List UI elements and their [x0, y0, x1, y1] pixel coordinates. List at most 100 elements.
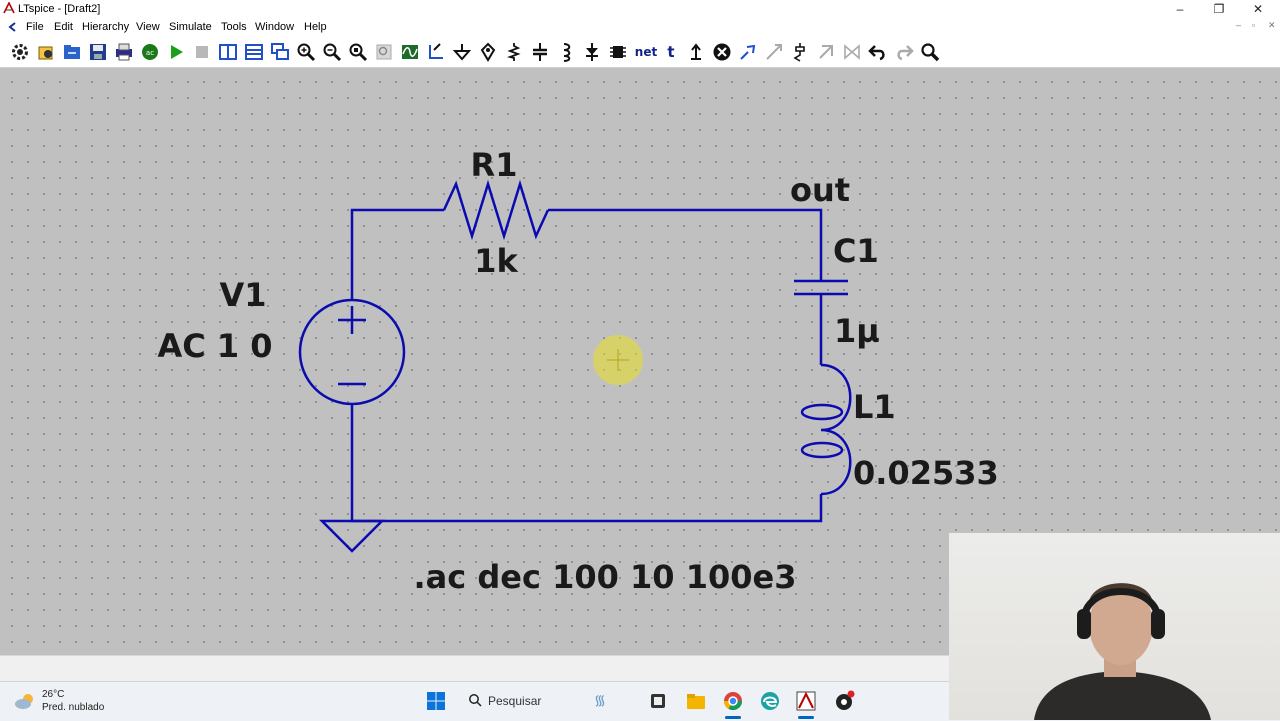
edge-icon[interactable] [759, 690, 781, 712]
diode-button[interactable] [581, 41, 603, 63]
ground-symbol[interactable] [318, 519, 386, 553]
open-button[interactable] [35, 41, 57, 63]
spice-directive-button[interactable] [685, 41, 707, 63]
minimize-button[interactable]: – [1160, 0, 1200, 18]
l1-name-label[interactable]: L1 [853, 388, 896, 426]
move-button[interactable] [763, 41, 785, 63]
ltspice-active-indicator [798, 716, 814, 719]
menu-bar: File Edit Hierarchy View Simulate Tools … [0, 18, 1280, 37]
ac-icon: ac [142, 44, 158, 60]
weather-temperature: 26°C [42, 689, 65, 700]
c1-name-label[interactable]: C1 [833, 232, 879, 270]
ac-analysis-button[interactable]: ac [139, 41, 161, 63]
file-explorer-icon[interactable] [685, 690, 707, 712]
r1-value-label[interactable]: 1k [474, 242, 518, 280]
menu-view[interactable]: View [136, 21, 160, 33]
obs-icon[interactable] [833, 690, 855, 712]
undo-icon [868, 45, 885, 61]
text-button[interactable]: t [660, 41, 682, 63]
taskbar-search[interactable]: Pesquisar ᯾ [460, 689, 640, 713]
net-label-button[interactable]: net [633, 41, 659, 63]
autorange-button[interactable] [399, 41, 421, 63]
menu-hierarchy[interactable]: Hierarchy [82, 21, 129, 33]
new-schematic-button[interactable] [61, 41, 83, 63]
label-net-button[interactable] [477, 41, 499, 63]
zoom-out-button[interactable] [321, 41, 343, 63]
redo-button[interactable] [893, 41, 915, 63]
start-icon[interactable] [426, 691, 446, 711]
find-icon [921, 43, 940, 62]
task-view-icon[interactable] [647, 690, 669, 712]
inductor-l1-loop-upper [800, 403, 844, 421]
mdi-close-button[interactable]: ✕ [1268, 20, 1276, 31]
tile-horizontal-button[interactable] [243, 41, 265, 63]
svg-text:ac: ac [146, 49, 154, 57]
control-panel-button[interactable] [9, 41, 31, 63]
mdi-restore-button[interactable]: ▫ [1252, 20, 1255, 30]
ltspice-app-icon [3, 2, 15, 14]
menu-file[interactable]: File [26, 21, 44, 33]
zoom-back-button[interactable] [373, 41, 395, 63]
duplicate-button[interactable] [737, 41, 759, 63]
menu-help[interactable]: Help [304, 21, 327, 33]
halt-button[interactable] [191, 41, 213, 63]
menu-edit[interactable]: Edit [54, 21, 73, 33]
delete-button[interactable] [711, 41, 733, 63]
play-icon [171, 45, 183, 59]
maximize-button[interactable]: ❐ [1199, 0, 1239, 18]
drag-button[interactable] [789, 41, 811, 63]
weather-description: Pred. nublado [42, 702, 105, 713]
mirror-button[interactable] [841, 41, 863, 63]
wire-button[interactable] [425, 41, 447, 63]
menu-window[interactable]: Window [255, 21, 294, 33]
ltspice-taskbar-icon[interactable] [795, 690, 817, 712]
l1-value-label[interactable]: 0.02533 [853, 454, 999, 492]
inductor-l1-coil[interactable] [820, 363, 852, 496]
presenter-image [1034, 583, 1211, 720]
close-button[interactable]: ✕ [1238, 0, 1278, 18]
menu-tools[interactable]: Tools [221, 21, 247, 33]
zoom-fit-button[interactable] [347, 41, 369, 63]
undo-button[interactable] [867, 41, 889, 63]
save-button[interactable] [87, 41, 109, 63]
wire-top-right[interactable] [548, 208, 823, 281]
diode-icon [586, 43, 598, 61]
c1-value-label[interactable]: 1µ [834, 312, 880, 350]
print-button[interactable] [113, 41, 135, 63]
find-button[interactable] [919, 41, 941, 63]
tile-vertical-icon [219, 44, 237, 60]
node-label-out[interactable]: out [790, 171, 850, 209]
r1-name-label[interactable]: R1 [471, 146, 518, 184]
zoom-in-button[interactable] [295, 41, 317, 63]
cloud-sun-icon [15, 694, 33, 709]
mdi-minimize-button[interactable]: – [1236, 20, 1241, 30]
run-button[interactable] [165, 41, 187, 63]
document-icon [8, 22, 16, 32]
search-highlight-icon: ᯾ [594, 692, 606, 708]
spice-directive-text[interactable]: .ac dec 100 10 100e3 [414, 558, 797, 596]
v1-name-label[interactable]: V1 [219, 276, 266, 314]
toolbar: ac net t [0, 37, 1280, 68]
cascade-icon [271, 43, 289, 60]
zoom-fit-icon [349, 43, 368, 62]
wire-bottom[interactable] [350, 405, 823, 523]
wire-top-left[interactable] [350, 208, 444, 299]
floppy-icon [90, 44, 106, 60]
cascade-button[interactable] [269, 41, 291, 63]
ground-button[interactable] [451, 41, 473, 63]
menu-simulate[interactable]: Simulate [169, 21, 212, 33]
open-gear-icon [38, 46, 53, 60]
copy-icon [740, 44, 756, 60]
inductor-button[interactable] [555, 41, 577, 63]
resistor-r1-zigzag[interactable] [442, 179, 550, 241]
component-button[interactable] [607, 41, 629, 63]
v1-value-label[interactable]: AC 1 0 [157, 327, 272, 365]
folder-icon [64, 45, 80, 59]
tile-vertical-button[interactable] [217, 41, 239, 63]
chrome-icon[interactable] [722, 690, 744, 712]
resistor-button[interactable] [503, 41, 525, 63]
redo-icon [897, 45, 914, 61]
inductor-icon [563, 43, 571, 62]
rotate-button[interactable] [815, 41, 837, 63]
capacitor-button[interactable] [529, 41, 551, 63]
